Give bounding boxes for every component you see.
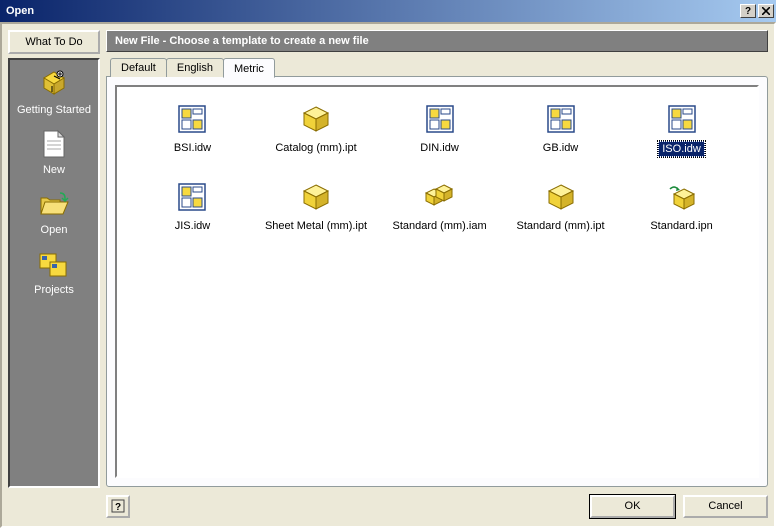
template-item[interactable]: Catalog (mm).ipt — [262, 103, 370, 157]
open-folder-icon — [38, 188, 70, 220]
template-item[interactable]: Standard.ipn — [630, 181, 733, 233]
projects-icon — [38, 248, 70, 280]
sidebar: What To Do Getting Started — [8, 30, 100, 488]
template-list[interactable]: BSI.idw Catalog (mm).ipt DIN.idw GB.idw ISO.… — [115, 85, 759, 478]
tab-english[interactable]: English — [166, 58, 224, 77]
template-item[interactable]: BSI.idw — [141, 103, 244, 157]
template-item[interactable]: Standard (mm).iam — [388, 181, 491, 233]
tab-metric[interactable]: Metric — [223, 58, 275, 78]
what-to-do-label: What To Do — [25, 36, 82, 48]
template-filename: Standard (mm).ipt — [514, 219, 608, 233]
template-item[interactable]: ISO.idw — [630, 103, 733, 157]
nav-label: Projects — [34, 284, 74, 296]
ipt-icon — [545, 181, 577, 213]
tab-strip: Default English Metric — [106, 58, 768, 77]
template-filename: DIN.idw — [417, 141, 462, 155]
new-doc-icon — [38, 128, 70, 160]
tab-default[interactable]: Default — [110, 58, 167, 77]
nav-open[interactable]: Open — [12, 188, 96, 236]
dialog-client: What To Do Getting Started — [0, 22, 776, 528]
template-filename: BSI.idw — [171, 141, 214, 155]
template-filename: Standard (mm).iam — [389, 219, 489, 233]
template-item[interactable]: GB.idw — [509, 103, 612, 157]
template-filename: GB.idw — [540, 141, 581, 155]
what-to-do-button[interactable]: What To Do — [8, 30, 100, 54]
close-icon — [762, 7, 770, 15]
question-icon: ? — [745, 6, 751, 17]
getting-started-icon — [38, 68, 70, 100]
tab-panel: BSI.idw Catalog (mm).ipt DIN.idw GB.idw ISO.… — [106, 76, 768, 487]
help-icon: ? — [111, 499, 125, 513]
ok-button[interactable]: OK — [590, 495, 675, 518]
idw-icon — [545, 103, 577, 135]
ipn-icon — [666, 181, 698, 213]
svg-text:?: ? — [115, 502, 121, 513]
ipt-icon — [300, 103, 332, 135]
idw-icon — [666, 103, 698, 135]
template-filename: Catalog (mm).ipt — [272, 141, 359, 155]
ipt-icon — [300, 181, 332, 213]
window-title: Open — [6, 5, 738, 17]
nav-label: Getting Started — [17, 104, 91, 116]
cancel-button[interactable]: Cancel — [683, 495, 768, 518]
help-button[interactable]: ? — [106, 495, 130, 518]
content-heading: New File - Choose a template to create a… — [106, 30, 768, 52]
nav-projects[interactable]: Projects — [12, 248, 96, 296]
template-filename: ISO.idw — [658, 141, 705, 157]
idw-icon — [176, 181, 208, 213]
help-titlebar-button[interactable]: ? — [740, 4, 756, 18]
titlebar: Open ? — [0, 0, 776, 22]
template-item[interactable]: Standard (mm).ipt — [509, 181, 612, 233]
content-area: New File - Choose a template to create a… — [106, 30, 768, 488]
nav-label: Open — [41, 224, 68, 236]
idw-icon — [176, 103, 208, 135]
template-filename: JIS.idw — [172, 219, 213, 233]
idw-icon — [424, 103, 456, 135]
template-item[interactable]: JIS.idw — [141, 181, 244, 233]
heading-text: New File - Choose a template to create a… — [115, 35, 369, 47]
template-item[interactable]: Sheet Metal (mm).ipt — [262, 181, 370, 233]
template-filename: Standard.ipn — [647, 219, 715, 233]
template-filename: Sheet Metal (mm).ipt — [262, 219, 370, 233]
iam-icon — [424, 181, 456, 213]
template-item[interactable]: DIN.idw — [388, 103, 491, 157]
button-bar: ? OK Cancel — [8, 488, 768, 520]
nav-new[interactable]: New — [12, 128, 96, 176]
nav-panel: Getting Started New — [8, 58, 100, 488]
close-button[interactable] — [758, 4, 774, 18]
nav-label: New — [43, 164, 65, 176]
nav-getting-started[interactable]: Getting Started — [12, 68, 96, 116]
